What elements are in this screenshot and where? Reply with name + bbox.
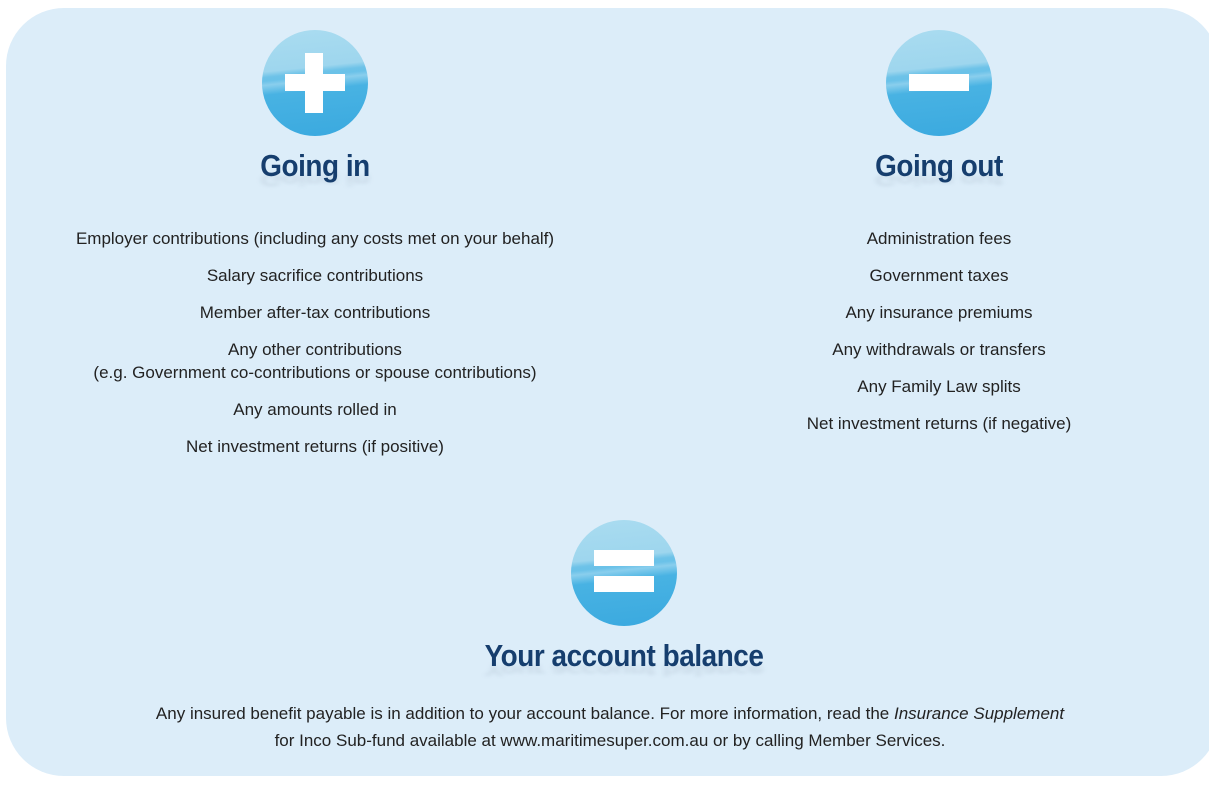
insured-benefit-note: Any insured benefit payable is in additi… [155,704,1065,750]
list-item: Salary sacrifice contributions [206,266,424,285]
list-item: Government taxes [869,266,1009,285]
list-item: Any amounts rolled in [233,400,397,419]
going-out-list: Administration fees Government taxes Any… [739,228,1139,450]
list-item: (e.g. Government co-contributions or spo… [93,363,537,382]
going-in-heading: Going in Going in [260,148,370,190]
list-item: Any other contributions [228,340,402,359]
list-item: Any Family Law splits [857,377,1021,396]
plus-icon [262,30,368,136]
list-item: Any insurance premiums [845,303,1033,322]
list-item: Net investment returns (if positive) [186,437,444,456]
list-item: Member after-tax contributions [199,303,431,322]
equals-icon [571,520,677,626]
list-item: Administration fees [866,229,1012,248]
list-item: Employer contributions (including any co… [75,229,555,248]
account-balance-heading: Your account balance Your account balanc… [484,638,764,680]
going-in-list: Employer contributions (including any co… [20,228,610,473]
list-item: Net investment returns (if negative) [806,414,1072,433]
list-item: Any withdrawals or transfers [832,340,1046,359]
going-out-heading: Going out Going out [875,148,1003,190]
minus-icon [886,30,992,136]
